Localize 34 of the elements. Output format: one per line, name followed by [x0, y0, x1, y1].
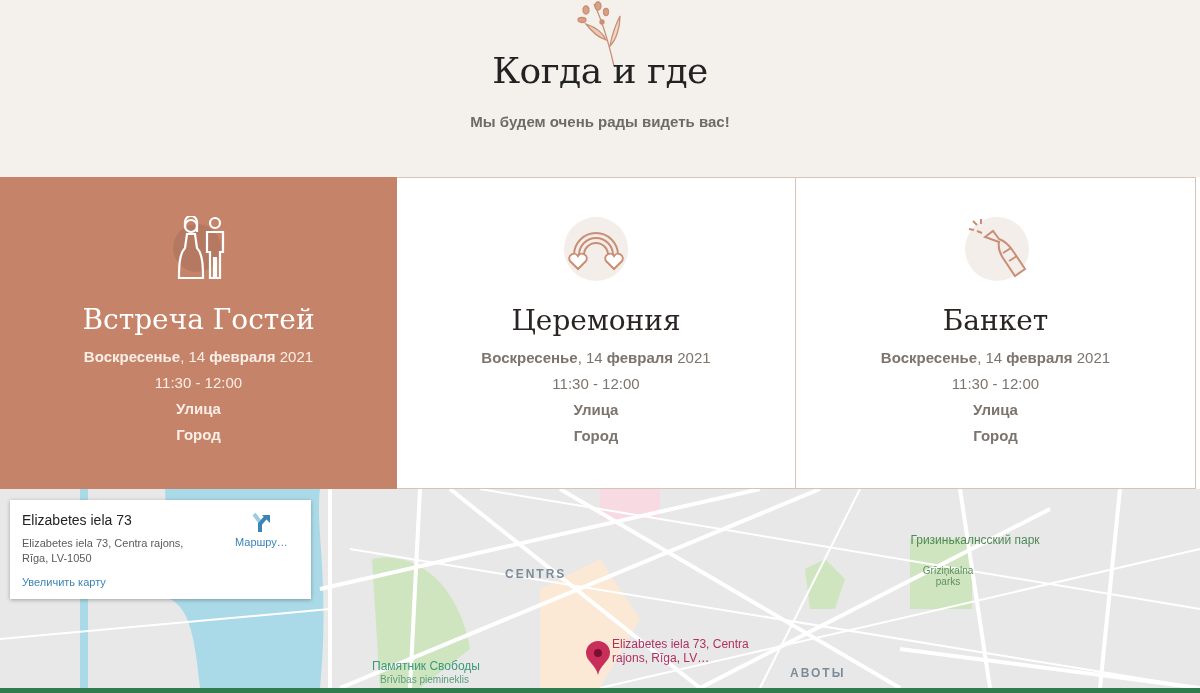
map-label: Grīziņkalna parks: [921, 565, 975, 587]
map-label: Памятник Свободы: [372, 659, 480, 673]
directions-label: Маршру…: [235, 536, 288, 548]
event-street: Улица: [573, 400, 619, 420]
place-address: Elizabetes iela 73, Centra rajons, Rīga, LV-1050: [22, 536, 185, 566]
directions-icon: [251, 512, 272, 532]
section-subtitle: Мы будем очень рады видеть вас!: [470, 113, 730, 130]
event-time: 11:30 - 12:00: [552, 374, 640, 394]
event-city: Город: [973, 426, 1018, 446]
marker-label: Elizabetes iela 73, Centra rajons, Rīga, LV…: [612, 637, 750, 665]
directions-button[interactable]: Маршру…: [235, 512, 288, 548]
map-pin-icon: [586, 641, 610, 675]
event-time: 11:30 - 12:00: [154, 373, 243, 393]
event-title: Банкет: [942, 304, 1049, 337]
place-name: Elizabetes iela 73: [22, 512, 132, 528]
bride-and-groom-icon: [170, 216, 227, 280]
event-date: Воскресенье, 14 февраля 2021: [481, 348, 711, 368]
section-title: Когда и где: [492, 50, 708, 91]
champagne-bottle-icon: [962, 217, 1029, 281]
event-date: Воскресенье, 14 февраля 2021: [83, 347, 314, 367]
event-city: Город: [176, 425, 221, 445]
event-city: Город: [573, 426, 619, 446]
enlarge-map-link[interactable]: Увеличить карту: [22, 576, 106, 588]
map-label: АВОТЫ: [790, 666, 846, 680]
rainbow-hearts-icon: [564, 217, 628, 281]
event-street: Улица: [973, 400, 1018, 420]
event-street: Улица: [176, 399, 221, 419]
event-date: Воскресенье, 14 февраля 2021: [880, 348, 1111, 368]
map-label: Гризинькалнсский парк: [909, 533, 1041, 547]
event-title: Встреча Гостей: [82, 303, 315, 336]
event-time: 11:30 - 12:00: [951, 374, 1040, 394]
map-label: Brīvības piemineklis: [380, 674, 469, 685]
event-title: Церемония: [511, 304, 681, 337]
map-label: CENTRS: [505, 567, 567, 581]
